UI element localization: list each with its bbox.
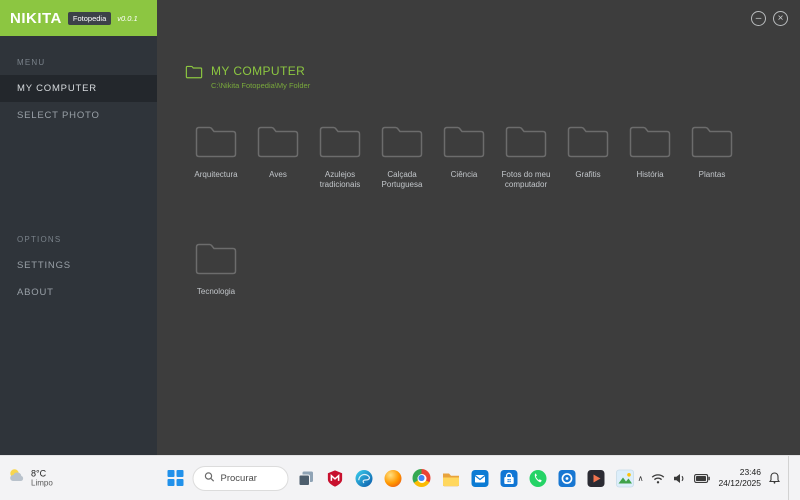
sidebar-section-menu: MENU [17,58,46,67]
minimize-button[interactable]: – [751,10,766,26]
taskbar-app-pictures-icon[interactable] [613,466,637,490]
sidebar-section-options: OPTIONS [17,235,62,244]
taskbar-app-media-player-icon[interactable] [584,466,608,490]
tray-date: 24/12/2025 [718,478,761,488]
tray-chevron-up-icon[interactable]: ∧ [638,474,644,483]
folder-label: Ciência [450,170,478,179]
weather-condition: Limpo [31,478,53,488]
wifi-icon[interactable] [651,473,665,484]
folder-grid: Arquitectura Aves Azulejos tradicionais … [185,122,800,297]
taskbar-app-file-explorer-icon[interactable] [439,466,463,490]
folder-icon [193,126,239,163]
folder-label: Aves [269,170,287,179]
folder-icon [441,126,487,163]
weather-temperature: 8°C [31,468,47,479]
sidebar-item-settings[interactable]: SETTINGS [0,252,157,279]
folder-item[interactable]: Arquitectura [185,122,247,191]
taskbar-app-edge-icon[interactable] [352,466,376,490]
folder-icon [317,126,363,163]
taskbar-clock[interactable]: 23:46 24/12/2025 [718,467,761,489]
folder-item[interactable]: Aves [247,122,309,191]
folder-icon [503,126,549,163]
system-tray: ∧ 23:46 24/12/2025 [638,456,792,500]
tray-time: 23:46 [739,466,761,477]
taskbar-app-task-view-icon[interactable] [294,466,318,490]
page-title: MY COMPUTER [211,64,306,78]
windows-logo-icon [167,470,184,486]
content-area: MY COMPUTER C:\Nikita Fotopedia\My Folde… [157,36,800,455]
app-badge: Fotopedia [67,11,112,25]
folder-label: Fotos do meu computador [501,170,551,190]
content-header: MY COMPUTER C:\Nikita Fotopedia\My Folde… [185,64,800,90]
folder-item[interactable]: História [619,122,681,191]
titlebar: – × [157,0,800,36]
notification-bell-icon[interactable] [769,472,780,484]
taskbar-app-mcafee-icon[interactable] [323,466,347,490]
app-brand: NIKITA Fotopedia v0.0.1 [0,0,157,36]
folder-item[interactable]: Grafitis [557,122,619,191]
taskbar-app-firefox-icon[interactable] [381,466,405,490]
close-button[interactable]: × [773,10,788,26]
volume-icon[interactable] [673,473,686,484]
battery-icon[interactable] [694,473,711,483]
start-button[interactable] [164,466,188,490]
folder-icon [689,126,735,163]
show-desktop-button[interactable] [788,456,792,500]
taskbar: 8°C Limpo Procurar ∧ 23:46 24/12/2025 [0,455,800,500]
folder-label: Grafitis [575,170,601,179]
taskbar-app-photos-icon[interactable] [555,466,579,490]
folder-icon [193,243,239,280]
taskbar-app-whatsapp-icon[interactable] [526,466,550,490]
folder-label: Calçada Portuguesa [381,170,423,190]
taskbar-center: Procurar [164,456,637,500]
sidebar-item-my-computer[interactable]: MY COMPUTER [0,75,157,102]
sidebar-item-about[interactable]: ABOUT [0,279,157,306]
sidebar: MENU MY COMPUTER SELECT PHOTO OPTIONS SE… [0,36,157,455]
folder-icon [255,126,301,163]
folder-label: Arquitectura [194,170,238,179]
search-placeholder: Procurar [220,472,257,484]
folder-icon [565,126,611,163]
folder-label: História [636,170,664,179]
taskbar-app-store-icon[interactable] [497,466,521,490]
taskbar-app-chrome-icon[interactable] [410,466,434,490]
folder-label: Azulejos tradicionais [319,170,361,190]
folder-icon [379,126,425,163]
weather-widget[interactable]: 8°C Limpo [8,468,53,489]
taskbar-search[interactable]: Procurar [192,465,289,491]
sidebar-item-select-photo[interactable]: SELECT PHOTO [0,102,157,129]
weather-icon [8,468,26,489]
folder-item[interactable]: Tecnologia [185,239,247,297]
folder-item[interactable]: Azulejos tradicionais [309,122,371,191]
app-name: NIKITA [10,9,62,27]
breadcrumb-path: C:\Nikita Fotopedia\My Folder [211,81,311,90]
folder-icon [627,126,673,163]
search-icon [204,469,215,487]
app-version: v0.0.1 [117,13,138,23]
folder-label: Tecnologia [196,286,236,296]
folder-item[interactable]: Calçada Portuguesa [371,122,433,191]
folder-green-icon [185,64,203,84]
folder-item[interactable]: Fotos do meu computador [495,122,557,191]
taskbar-app-mail-icon[interactable] [468,466,492,490]
folder-item[interactable]: Plantas [681,122,743,191]
chrome-disc [412,469,431,487]
folder-label: Plantas [698,170,726,179]
folder-item[interactable]: Ciência [433,122,495,191]
